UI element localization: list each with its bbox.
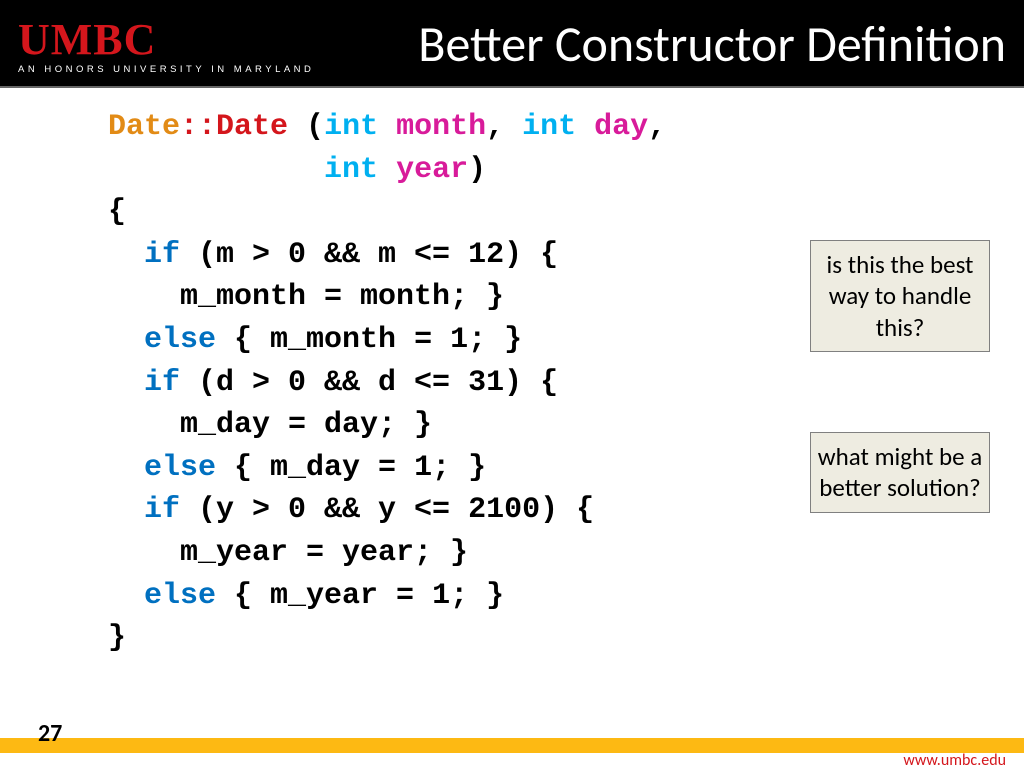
code-type: int: [324, 153, 378, 187]
code-scope: ::: [180, 110, 216, 144]
code-keyword: if: [108, 366, 180, 400]
code-text: m_month = month; }: [108, 280, 504, 314]
footer-bar: [0, 738, 1024, 753]
code-ctor: Date: [216, 110, 288, 144]
slide-content: Date::Date (int month, int day, int year…: [0, 88, 1024, 660]
code-pad: [108, 153, 324, 187]
code-type: int: [522, 110, 576, 144]
slide-title: Better Constructor Definition: [418, 14, 1006, 75]
code-keyword: if: [108, 238, 180, 272]
logo-text: UMBC: [18, 18, 314, 62]
slide-header: UMBC AN HONORS UNIVERSITY IN MARYLAND Be…: [0, 0, 1024, 88]
code-space: [576, 110, 594, 144]
callout-question-2: what might be a better solution?: [810, 432, 990, 513]
code-keyword: if: [108, 493, 180, 527]
slide-footer: 27 www.umbc.edu: [0, 738, 1024, 768]
code-text: ,: [486, 110, 522, 144]
code-param: month: [396, 110, 486, 144]
code-param: day: [594, 110, 648, 144]
code-text: m_day = day; }: [108, 408, 432, 442]
code-type: int: [324, 110, 378, 144]
code-class: Date: [108, 110, 180, 144]
logo-tagline: AN HONORS UNIVERSITY IN MARYLAND: [18, 64, 314, 75]
code-param: year: [396, 153, 468, 187]
code-text: (d > 0 && d <= 31) {: [180, 366, 558, 400]
callout-question-1: is this the best way to handle this?: [810, 240, 990, 352]
code-keyword: else: [108, 451, 216, 485]
code-text: (: [288, 110, 324, 144]
footer-url: www.umbc.edu: [903, 753, 1006, 768]
code-text: ,: [648, 110, 666, 144]
code-text: ): [468, 153, 486, 187]
code-text: {: [108, 195, 126, 229]
code-text: { m_month = 1; }: [216, 323, 522, 357]
code-keyword: else: [108, 323, 216, 357]
code-text: (m > 0 && m <= 12) {: [180, 238, 558, 272]
code-block: Date::Date (int month, int day, int year…: [108, 106, 1024, 660]
code-text: (y > 0 && y <= 2100) {: [180, 493, 594, 527]
logo-block: UMBC AN HONORS UNIVERSITY IN MARYLAND: [0, 12, 314, 75]
code-text: }: [108, 621, 126, 655]
page-number: 27: [38, 719, 62, 748]
code-text: { m_year = 1; }: [216, 579, 504, 613]
code-text: { m_day = 1; }: [216, 451, 486, 485]
code-keyword: else: [108, 579, 216, 613]
code-space: [378, 153, 396, 187]
code-text: m_year = year; }: [108, 536, 468, 570]
code-space: [378, 110, 396, 144]
